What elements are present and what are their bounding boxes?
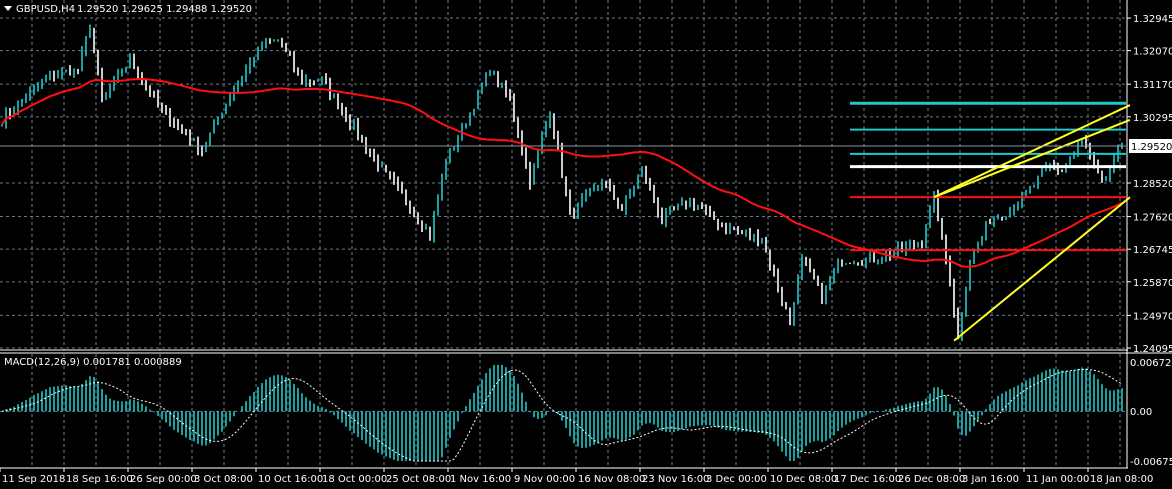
macd-tick-label: 0.00: [1130, 407, 1152, 418]
price-tick-label: 1.32945: [1133, 14, 1172, 25]
time-label: 26 Sep 00:00: [130, 474, 197, 485]
price-chart[interactable]: 1.32945 1.32070 1.31170 1.30295 1.28520 1.276…: [0, 0, 1172, 489]
time-label: 25 Oct 08:00: [386, 474, 451, 485]
time-label: 10 Oct 16:00: [258, 474, 323, 485]
price-tick-label: 1.32070: [1133, 47, 1172, 58]
price-tick-label: 1.27620: [1133, 213, 1172, 224]
price-axis[interactable]: 1.32945 1.32070 1.31170 1.30295 1.28520 1.276…: [1127, 14, 1172, 468]
macd-pane: [1, 364, 1123, 462]
time-label: 3 Jan 16:00: [962, 474, 1019, 485]
price-tick-label: 1.26745: [1133, 245, 1172, 256]
price-tick-label: 1.28520: [1133, 179, 1172, 190]
time-label: 23 Nov 16:00: [642, 474, 709, 485]
time-label: 3 Oct 08:00: [194, 474, 253, 485]
time-label: 18 Sep 16:00: [66, 474, 133, 485]
time-label: 11 Sep 2018: [2, 474, 65, 485]
time-label: 3 Dec 00:00: [706, 474, 767, 485]
macd-tick-label: 0.006722: [1130, 358, 1172, 369]
time-label: 9 Nov 00:00: [514, 474, 575, 485]
time-label: 26 Dec 08:00: [898, 474, 965, 485]
price-tick-label: 1.25870: [1133, 278, 1172, 289]
macd-tick-label: -0.006756: [1130, 457, 1172, 468]
time-label: 16 Nov 08:00: [578, 474, 645, 485]
current-price-label: 1.29520: [1131, 142, 1172, 153]
time-axis[interactable]: 11 Sep 2018 18 Sep 16:0026 Sep 00:003 Oct…: [0, 468, 1153, 485]
macd-label: MACD(12,26,9) 0.001781 0.000889: [4, 357, 182, 368]
time-label: 11 Jan 00:00: [1026, 474, 1089, 485]
time-label: 18 Jan 08:00: [1090, 474, 1153, 485]
price-tick-label: 1.24095: [1133, 344, 1172, 355]
price-tick-label: 1.30295: [1133, 113, 1172, 124]
time-label: 10 Dec 08:00: [770, 474, 837, 485]
price-tick-label: 1.31170: [1133, 80, 1172, 91]
collapse-triangle-icon[interactable]: [4, 6, 12, 11]
trend-line[interactable]: [933, 119, 1131, 199]
ohlc-label: 1.29520 1.29625 1.29488 1.29520: [77, 4, 252, 15]
time-label: 17 Dec 16:00: [834, 474, 901, 485]
trend-line[interactable]: [953, 196, 1131, 342]
time-label: 18 Oct 00:00: [322, 474, 387, 485]
price-tick-label: 1.24970: [1133, 311, 1172, 322]
symbol-label: GBPUSD,H4: [16, 4, 75, 15]
grid: [0, 0, 1126, 468]
time-label: 1 Nov 16:00: [450, 474, 511, 485]
